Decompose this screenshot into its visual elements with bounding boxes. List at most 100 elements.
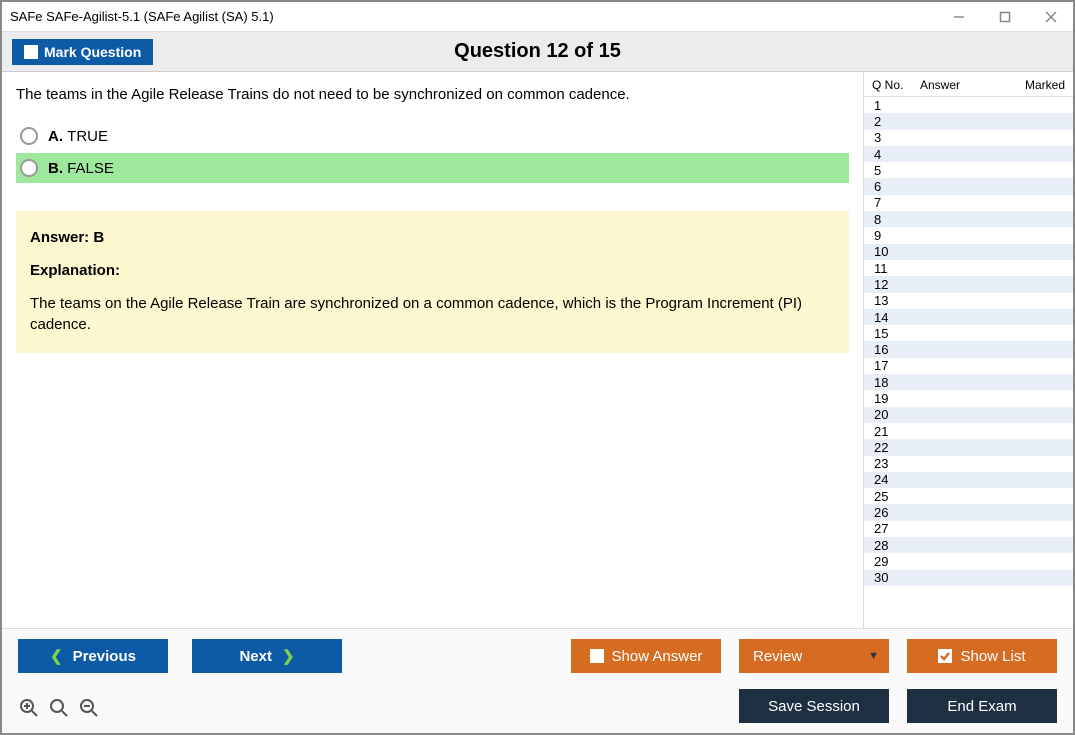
row-number: 9 (872, 228, 896, 243)
list-row[interactable]: 4 (864, 146, 1073, 162)
list-row[interactable]: 25 (864, 488, 1073, 504)
list-row[interactable]: 2 (864, 113, 1073, 129)
radio-icon (20, 159, 38, 177)
checkbox-checked-icon (938, 649, 952, 663)
list-row[interactable]: 18 (864, 374, 1073, 390)
window-title: SAFe SAFe-Agilist-5.1 (SAFe Agilist (SA)… (10, 9, 274, 24)
option-label: B. FALSE (48, 160, 114, 177)
row-number: 22 (872, 440, 896, 455)
list-row[interactable]: 15 (864, 325, 1073, 341)
row-number: 12 (872, 277, 896, 292)
close-button[interactable] (1037, 6, 1065, 28)
list-row[interactable]: 1 (864, 97, 1073, 113)
list-row[interactable]: 30 (864, 570, 1073, 586)
list-row[interactable]: 24 (864, 472, 1073, 488)
list-row[interactable]: 26 (864, 504, 1073, 520)
next-button[interactable]: Next ❯ (192, 639, 342, 673)
row-number: 11 (872, 261, 896, 276)
list-row[interactable]: 12 (864, 276, 1073, 292)
list-row[interactable]: 13 (864, 293, 1073, 309)
show-list-button[interactable]: Show List (907, 639, 1057, 673)
row-number: 28 (872, 538, 896, 553)
button-row-2: Save Session End Exam (18, 689, 1057, 723)
list-row[interactable]: 20 (864, 407, 1073, 423)
row-number: 25 (872, 489, 896, 504)
option[interactable]: B. FALSE (16, 153, 849, 183)
show-answer-label: Show Answer (612, 648, 703, 665)
row-number: 14 (872, 310, 896, 325)
row-number: 17 (872, 358, 896, 373)
body-area: The teams in the Agile Release Trains do… (2, 72, 1073, 628)
maximize-button[interactable] (991, 6, 1019, 28)
list-row[interactable]: 27 (864, 521, 1073, 537)
zoom-out-icon[interactable] (78, 697, 100, 719)
list-header: Q No. Answer Marked (864, 72, 1073, 97)
explanation-text: The teams on the Agile Release Train are… (30, 293, 835, 335)
window-controls (945, 6, 1065, 28)
list-row[interactable]: 29 (864, 553, 1073, 569)
row-number: 8 (872, 212, 896, 227)
previous-button[interactable]: ❮ Previous (18, 639, 168, 673)
row-number: 10 (872, 244, 896, 259)
list-row[interactable]: 8 (864, 211, 1073, 227)
row-number: 23 (872, 456, 896, 471)
row-number: 16 (872, 342, 896, 357)
list-row[interactable]: 14 (864, 309, 1073, 325)
row-number: 15 (872, 326, 896, 341)
list-row[interactable]: 7 (864, 195, 1073, 211)
row-number: 21 (872, 424, 896, 439)
chevron-left-icon: ❮ (50, 647, 63, 665)
list-row[interactable]: 10 (864, 244, 1073, 260)
checkbox-icon (24, 45, 38, 59)
list-row[interactable]: 5 (864, 162, 1073, 178)
show-list-label: Show List (960, 648, 1025, 665)
list-row[interactable]: 22 (864, 439, 1073, 455)
zoom-controls (18, 693, 100, 719)
zoom-reset-icon[interactable] (48, 697, 70, 719)
show-answer-button[interactable]: Show Answer (571, 639, 721, 673)
mark-question-button[interactable]: Mark Question (12, 39, 153, 65)
row-number: 5 (872, 163, 896, 178)
list-row[interactable]: 6 (864, 178, 1073, 194)
list-row[interactable]: 23 (864, 456, 1073, 472)
explanation-box: Answer: B Explanation: The teams on the … (16, 211, 849, 353)
row-number: 20 (872, 407, 896, 422)
row-number: 4 (872, 147, 896, 162)
row-number: 3 (872, 130, 896, 145)
col-marked: Marked (990, 78, 1065, 92)
row-number: 19 (872, 391, 896, 406)
titlebar: SAFe SAFe-Agilist-5.1 (SAFe Agilist (SA)… (2, 2, 1073, 32)
col-qno: Q No. (872, 78, 920, 92)
list-row[interactable]: 21 (864, 423, 1073, 439)
chevron-right-icon: ❯ (282, 647, 295, 665)
save-session-button[interactable]: Save Session (739, 689, 889, 723)
checkbox-icon (590, 649, 604, 663)
option[interactable]: A. TRUE (16, 121, 849, 151)
question-panel: The teams in the Agile Release Trains do… (2, 72, 863, 628)
bottom-bar: ❮ Previous Next ❯ Show Answer Review ▼ (2, 628, 1073, 733)
list-row[interactable]: 19 (864, 390, 1073, 406)
row-number: 13 (872, 293, 896, 308)
explanation-label: Explanation: (30, 262, 835, 279)
zoom-in-icon[interactable] (18, 697, 40, 719)
end-exam-button[interactable]: End Exam (907, 689, 1057, 723)
list-row[interactable]: 28 (864, 537, 1073, 553)
chevron-down-icon: ▼ (868, 650, 879, 662)
radio-icon (20, 127, 38, 145)
list-row[interactable]: 11 (864, 260, 1073, 276)
list-row[interactable]: 3 (864, 130, 1073, 146)
list-row[interactable]: 9 (864, 227, 1073, 243)
row-number: 29 (872, 554, 896, 569)
next-label: Next (239, 648, 272, 665)
review-label: Review (753, 648, 802, 665)
topbar: Mark Question Question 12 of 15 (2, 32, 1073, 72)
row-number: 7 (872, 195, 896, 210)
list-body[interactable]: 1234567891011121314151617181920212223242… (864, 97, 1073, 628)
list-row[interactable]: 17 (864, 358, 1073, 374)
question-text: The teams in the Agile Release Trains do… (16, 86, 849, 103)
list-row[interactable]: 16 (864, 341, 1073, 357)
row-number: 6 (872, 179, 896, 194)
row-number: 18 (872, 375, 896, 390)
review-dropdown[interactable]: Review ▼ (739, 639, 889, 673)
minimize-button[interactable] (945, 6, 973, 28)
